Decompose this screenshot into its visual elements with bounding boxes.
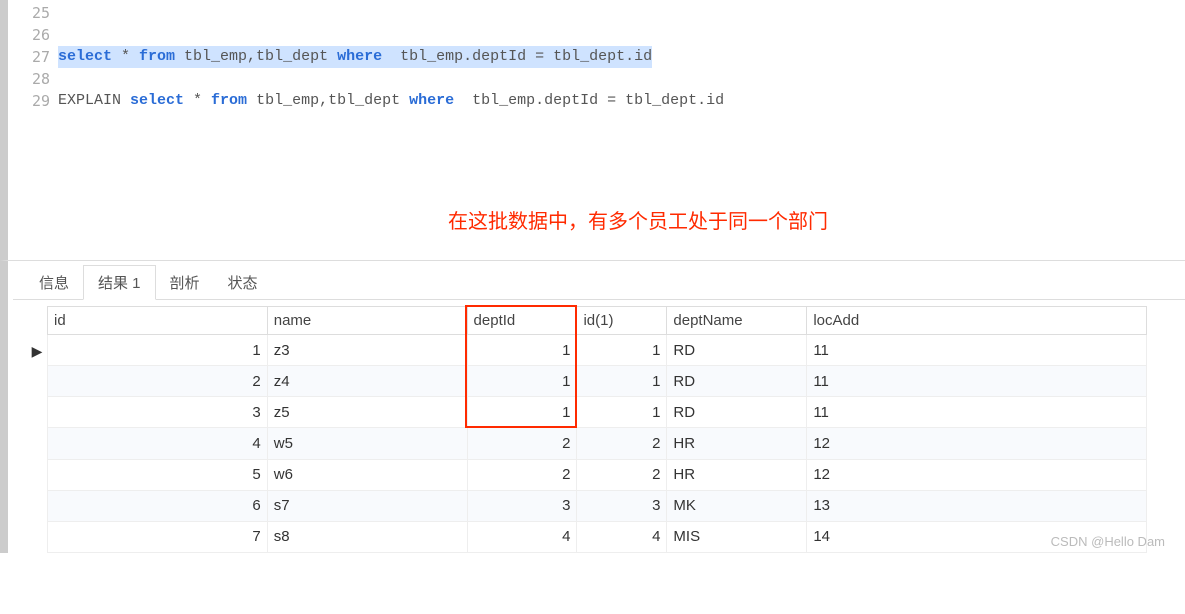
table-row[interactable]: 2z411RD11	[48, 366, 1147, 397]
column-header[interactable]: id	[48, 307, 268, 335]
tab-0[interactable]: 信息	[25, 266, 83, 299]
cell[interactable]: MK	[667, 490, 807, 521]
result-panel: 信息结果 1剖析状态 ▶ idnamedeptIdid(1)deptNamelo…	[0, 260, 1185, 553]
tab-3[interactable]: 状态	[214, 266, 272, 299]
table-row[interactable]: 1z311RD11	[48, 335, 1147, 366]
cell[interactable]: 1	[467, 397, 577, 428]
cell[interactable]: z4	[267, 366, 467, 397]
column-header[interactable]: deptName	[667, 307, 807, 335]
annotation-text: 在这批数据中，有多个员工处于同一个部门	[448, 205, 828, 234]
cell[interactable]: 4	[48, 428, 268, 459]
cell[interactable]: w5	[267, 428, 467, 459]
line-number: 26	[13, 24, 50, 46]
cell[interactable]: z3	[267, 335, 467, 366]
line-number: 28	[13, 68, 50, 90]
column-header[interactable]: deptId	[467, 307, 577, 335]
cell[interactable]: HR	[667, 428, 807, 459]
line-number-gutter: 2526272829	[13, 0, 58, 260]
tab-2[interactable]: 剖析	[156, 266, 214, 299]
cell[interactable]: RD	[667, 397, 807, 428]
cell[interactable]: s7	[267, 490, 467, 521]
cell[interactable]: 2	[48, 366, 268, 397]
row-indicator: ▶	[27, 336, 47, 367]
cell[interactable]: 4	[577, 521, 667, 552]
cell[interactable]: s8	[267, 521, 467, 552]
line-number: 27	[13, 46, 50, 68]
cell[interactable]: HR	[667, 459, 807, 490]
code-line[interactable]: EXPLAIN select * from tbl_emp,tbl_dept w…	[58, 90, 1185, 112]
cell[interactable]: 6	[48, 490, 268, 521]
cell[interactable]: 1	[577, 366, 667, 397]
cell[interactable]: 2	[577, 428, 667, 459]
row-indicator	[27, 398, 47, 429]
cell[interactable]: 12	[807, 459, 1147, 490]
result-table[interactable]: idnamedeptIdid(1)deptNamelocAdd1z311RD11…	[47, 306, 1147, 553]
row-indicator	[27, 367, 47, 398]
cell[interactable]: 1	[577, 397, 667, 428]
cell[interactable]: 1	[48, 335, 268, 366]
cell[interactable]: 7	[48, 521, 268, 552]
cell[interactable]: 3	[467, 490, 577, 521]
cell[interactable]: 4	[467, 521, 577, 552]
row-indicator	[27, 522, 47, 553]
cell[interactable]: 2	[467, 459, 577, 490]
table-row[interactable]: 3z511RD11	[48, 397, 1147, 428]
code-line[interactable]	[58, 24, 1185, 46]
row-indicator	[27, 460, 47, 491]
result-tab-bar: 信息结果 1剖析状态	[13, 261, 1185, 300]
column-header[interactable]: locAdd	[807, 307, 1147, 335]
table-row[interactable]: 4w522HR12	[48, 428, 1147, 459]
row-indicator-column: ▶	[27, 306, 47, 553]
cell[interactable]: RD	[667, 366, 807, 397]
line-number: 29	[13, 90, 50, 112]
line-number: 25	[13, 2, 50, 24]
cell[interactable]: 13	[807, 490, 1147, 521]
cell[interactable]: 11	[807, 366, 1147, 397]
code-line[interactable]: select * from tbl_emp,tbl_dept where tbl…	[58, 46, 1185, 68]
row-indicator	[27, 491, 47, 522]
column-header[interactable]: id(1)	[577, 307, 667, 335]
result-grid-wrap: ▶ idnamedeptIdid(1)deptNamelocAdd1z311RD…	[13, 300, 1185, 553]
table-row[interactable]: 7s844MIS14	[48, 521, 1147, 552]
cell[interactable]: 5	[48, 459, 268, 490]
table-row[interactable]: 6s733MK13	[48, 490, 1147, 521]
cell[interactable]: 2	[467, 428, 577, 459]
tab-1[interactable]: 结果 1	[83, 265, 156, 300]
code-line[interactable]	[58, 2, 1185, 24]
cell[interactable]: 1	[577, 335, 667, 366]
cell[interactable]: 12	[807, 428, 1147, 459]
cell[interactable]: 2	[577, 459, 667, 490]
row-indicator	[27, 429, 47, 460]
table-row[interactable]: 5w622HR12	[48, 459, 1147, 490]
cell[interactable]: 11	[807, 335, 1147, 366]
code-line[interactable]	[58, 68, 1185, 90]
cell[interactable]: z5	[267, 397, 467, 428]
column-header[interactable]: name	[267, 307, 467, 335]
cell[interactable]: RD	[667, 335, 807, 366]
sql-editor[interactable]: 2526272829 select * from tbl_emp,tbl_dep…	[0, 0, 1185, 260]
cell[interactable]: 1	[467, 335, 577, 366]
cell[interactable]: 3	[48, 397, 268, 428]
cell[interactable]: 3	[577, 490, 667, 521]
cell[interactable]: 1	[467, 366, 577, 397]
cell[interactable]: MIS	[667, 521, 807, 552]
cell[interactable]: w6	[267, 459, 467, 490]
cell[interactable]: 11	[807, 397, 1147, 428]
watermark: CSDN @Hello Dam	[1051, 534, 1165, 549]
